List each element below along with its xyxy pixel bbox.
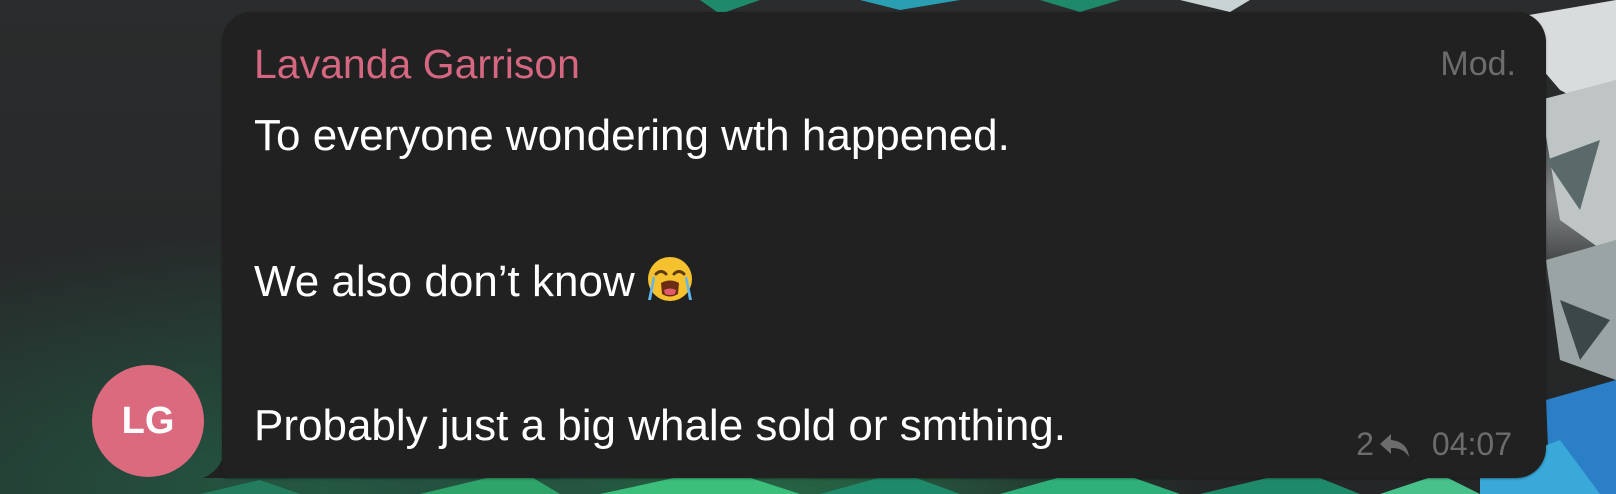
- message-time: 04:07: [1431, 426, 1512, 462]
- role-badge: Mod.: [1440, 45, 1516, 83]
- avatar[interactable]: LG: [92, 365, 204, 477]
- message-text-line-3: Probably just a big whale sold or smthin…: [254, 401, 1066, 450]
- sender-name[interactable]: Lavanda Garrison: [254, 40, 580, 88]
- message-text-line-2-text: We also don’t know: [254, 257, 635, 306]
- message-text-line-2: We also don’t know: [254, 254, 695, 308]
- message-meta: 2 04:07: [1356, 426, 1512, 463]
- loudly-crying-face-icon: [647, 257, 692, 301]
- reply-count[interactable]: 2: [1356, 426, 1374, 463]
- avatar-initials: LG: [121, 399, 175, 442]
- message-text-line-1: To everyone wondering wth happened.: [254, 111, 1010, 160]
- reply-icon[interactable]: [1378, 431, 1410, 459]
